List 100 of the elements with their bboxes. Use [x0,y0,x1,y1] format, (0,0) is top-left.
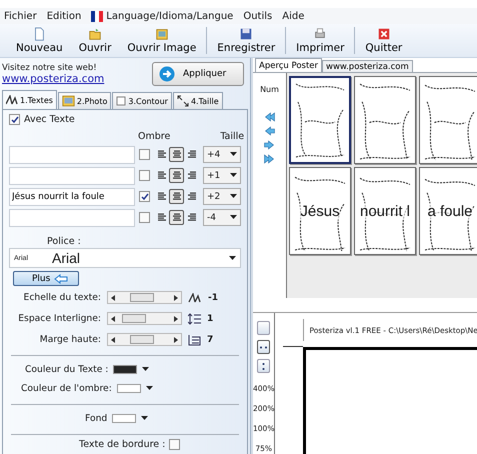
text-field[interactable] [9,208,135,226]
tab[interactable]: 1.Textes [2,90,57,109]
apply-button[interactable]: Appliquer [152,62,244,86]
line-spacing-icon [188,312,201,324]
size-dropdown[interactable]: +1 [203,167,241,184]
dropdown-arrow-icon [230,215,237,220]
website-caption: Visitez notre site web! [2,63,98,73]
dropdown-arrow-icon [230,152,237,157]
dropdown-arrow-icon [230,194,237,199]
align-right-icon [186,213,196,222]
slider[interactable] [107,312,182,325]
arrow-left-icon [264,126,275,136]
tab[interactable]: 2.Photo [58,92,112,109]
align-left-icon [156,192,166,201]
slider-value: -1 [208,292,218,302]
shadow-checkbox[interactable] [139,149,150,160]
toolbar-button[interactable]: Ouvrir [76,27,114,54]
slider[interactable] [107,291,182,304]
double-arrow-right-icon [264,154,275,164]
arrow-left-icon[interactable] [111,336,115,342]
dropdown-arrow-icon [142,367,150,372]
arrow-right-icon [159,66,175,82]
align-left-icon [156,171,166,180]
resize-icon [176,95,189,107]
align-center-icon [172,213,182,222]
align-left-icon [156,150,166,159]
arrow-right-icon[interactable] [174,294,178,300]
image-folder-icon [154,27,170,41]
align-button[interactable] [169,189,184,204]
color-swatch[interactable] [113,365,138,374]
menu-item[interactable]: Edition [46,10,82,22]
shadow-checkbox[interactable] [139,191,150,202]
fit-width-button[interactable] [257,340,270,354]
align-right-icon [186,171,196,180]
outline-icon [116,96,126,106]
text-field[interactable] [9,146,135,164]
slider[interactable] [107,333,182,346]
toolbar-button[interactable]: Nouveau [14,27,65,54]
font-scale-icon [6,95,18,105]
color-label: Couleur du Texte : [25,364,108,375]
menu-item[interactable]: Outils [243,10,272,22]
flag-icon [91,10,104,22]
checkbox-label: Avec Texte [24,114,75,125]
toolbar-button[interactable]: Ouvrir Image [125,27,198,54]
align-button[interactable] [169,210,184,225]
align-right-icon [186,150,196,159]
size-dropdown[interactable]: -4 [203,209,241,226]
arrow-left-icon[interactable] [111,294,115,300]
poster-tile[interactable] [289,76,351,164]
font-scale-icon [188,292,202,302]
dropdown-arrow-icon [146,386,153,391]
arrow-right-icon [264,140,275,150]
top-margin-icon [188,334,201,346]
tab[interactable]: www.posteriza.com [322,60,413,72]
column-header: Ombre [138,131,170,142]
dropdown-arrow-icon [229,256,236,260]
page-view-button[interactable] [257,321,270,335]
dropdown-arrow-icon [230,173,237,178]
more-button[interactable]: Plus [13,271,79,286]
fit-height-icon [261,362,266,370]
align-center-icon [172,192,182,201]
menu-item[interactable]: Fichier [4,10,37,22]
field-label: Police : [47,236,82,247]
arrow-right-icon[interactable] [174,336,178,342]
slider-label: Espace Interligne: [17,313,101,324]
arrow-left-icon[interactable] [111,316,115,322]
tab[interactable]: Aperçu Poster [255,58,322,72]
text-field[interactable] [9,166,135,184]
color-label: Fond [85,413,108,424]
poster-tile[interactable]: Jésus [289,167,351,255]
poster-tile[interactable]: nourrit l [354,167,416,255]
fit-width-icon [259,344,268,350]
toolbar-button[interactable]: Enregistrer [215,27,278,54]
menu-item[interactable]: Language/Idioma/Langue [91,10,234,22]
fit-height-button[interactable] [257,359,270,373]
align-button[interactable] [169,168,184,183]
checkbox[interactable] [169,439,180,450]
menu-item[interactable]: Aide [282,10,304,22]
shadow-checkbox[interactable] [139,170,150,181]
align-button[interactable] [169,147,184,162]
tab[interactable]: 3.Contour [112,92,172,109]
align-center-icon [172,171,182,180]
checkbox[interactable] [9,114,20,125]
arrow-right-icon[interactable] [174,316,178,322]
poster-tile[interactable]: a foule [419,167,477,255]
photo-icon [62,95,75,107]
size-dropdown[interactable]: +2 [203,188,241,205]
toolbar-button[interactable]: Quitter [363,27,404,54]
toolbar-button[interactable]: Imprimer [294,27,346,54]
color-swatch[interactable] [112,414,136,423]
tab[interactable]: 4.Taille [172,92,223,109]
align-left-icon [156,213,166,222]
shadow-checkbox[interactable] [139,212,150,223]
align-right-icon [186,192,196,201]
num-label: Num [260,85,279,94]
website-link[interactable]: www.posteriza.com [2,73,104,85]
align-center-icon [172,150,182,159]
slider-label: Echelle du texte: [22,292,101,303]
size-dropdown[interactable]: +4 [203,146,241,163]
color-swatch[interactable] [116,384,141,393]
